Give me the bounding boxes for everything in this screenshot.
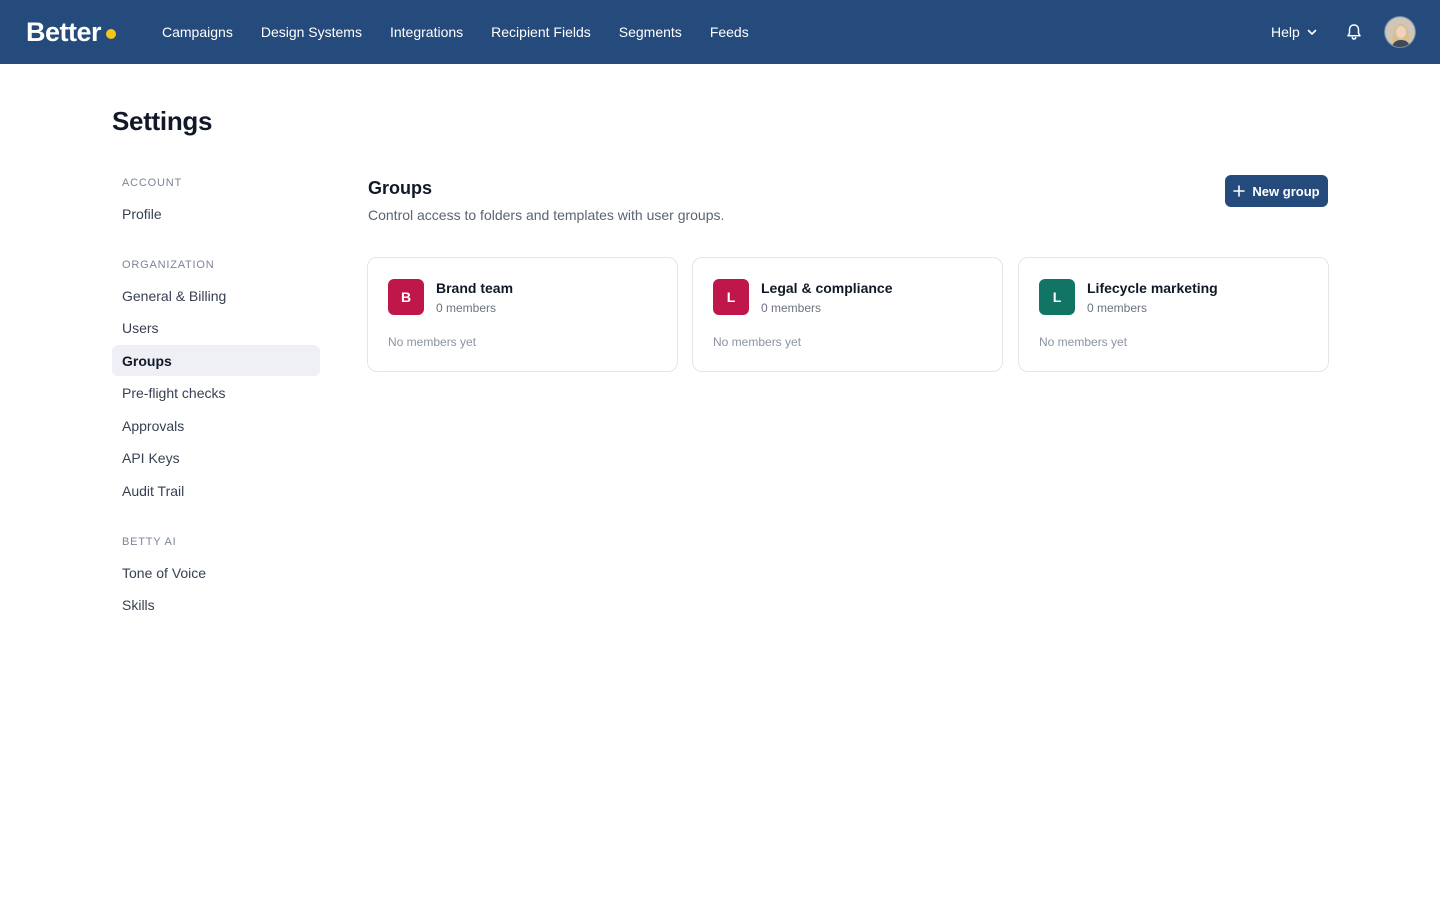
top-navigation-bar: Better Campaigns Design Systems Integrat… <box>0 0 1440 64</box>
group-empty-state: No members yet <box>388 335 477 349</box>
main-nav-links: Campaigns Design Systems Integrations Re… <box>162 0 777 64</box>
sidebar-item-users[interactable]: Users <box>112 312 320 343</box>
nav-link-integrations[interactable]: Integrations <box>390 24 463 40</box>
sidebar-section-organization: ORGANIZATION <box>122 259 215 271</box>
nav-link-campaigns[interactable]: Campaigns <box>162 24 233 40</box>
better-logo[interactable]: Better <box>26 14 117 50</box>
group-card-brand-team[interactable]: B Brand team 0 members No members yet <box>367 257 678 372</box>
nav-link-feeds[interactable]: Feeds <box>710 24 749 40</box>
group-initial-badge: L <box>1039 279 1075 315</box>
sidebar-item-approvals[interactable]: Approvals <box>112 410 320 441</box>
sidebar-item-skills[interactable]: Skills <box>112 589 320 620</box>
help-menu-button[interactable]: Help <box>1271 0 1318 64</box>
new-group-button[interactable]: New group <box>1225 175 1328 207</box>
sidebar-section-betty-ai: BETTY AI <box>122 536 177 548</box>
group-initial-badge: B <box>388 279 424 315</box>
group-name: Brand team <box>436 280 514 296</box>
sidebar-item-general-billing[interactable]: General & Billing <box>112 280 320 311</box>
group-card-lifecycle-marketing[interactable]: L Lifecycle marketing 0 members No membe… <box>1018 257 1329 372</box>
user-avatar[interactable] <box>1384 16 1416 48</box>
sidebar-item-profile[interactable]: Profile <box>112 198 320 229</box>
sidebar-item-preflight-checks[interactable]: Pre-flight checks <box>112 377 320 408</box>
page-title: Settings <box>112 106 213 136</box>
group-initial-badge: L <box>713 279 749 315</box>
nav-link-segments[interactable]: Segments <box>619 24 682 40</box>
logo-dot-icon <box>106 29 117 39</box>
chevron-down-icon <box>1307 29 1317 35</box>
group-member-count: 0 members <box>436 301 497 315</box>
plus-icon <box>1233 185 1246 197</box>
groups-description: Control access to folders and templates … <box>368 207 725 223</box>
logo-text: Better <box>26 16 102 47</box>
group-name: Lifecycle marketing <box>1087 280 1218 296</box>
sidebar-section-account: ACCOUNT <box>122 177 182 189</box>
group-card-legal-compliance[interactable]: L Legal & compliance 0 members No member… <box>692 257 1003 372</box>
groups-heading: Groups <box>368 178 433 198</box>
nav-link-recipient-fields[interactable]: Recipient Fields <box>491 24 591 40</box>
nav-link-design-systems[interactable]: Design Systems <box>261 24 362 40</box>
sidebar-item-api-keys[interactable]: API Keys <box>112 442 320 473</box>
group-empty-state: No members yet <box>1039 335 1128 349</box>
group-member-count: 0 members <box>1087 301 1148 315</box>
new-group-label: New group <box>1252 183 1320 199</box>
group-name: Legal & compliance <box>761 280 893 296</box>
sidebar-item-groups[interactable]: Groups <box>112 345 320 376</box>
notification-bell-icon[interactable] <box>1344 22 1364 42</box>
avatar-photo-icon <box>1385 17 1415 47</box>
group-member-count: 0 members <box>761 301 822 315</box>
help-label: Help <box>1271 24 1300 40</box>
sidebar-item-tone-of-voice[interactable]: Tone of Voice <box>112 557 320 588</box>
sidebar-item-audit-trail[interactable]: Audit Trail <box>112 475 320 506</box>
group-empty-state: No members yet <box>713 335 802 349</box>
